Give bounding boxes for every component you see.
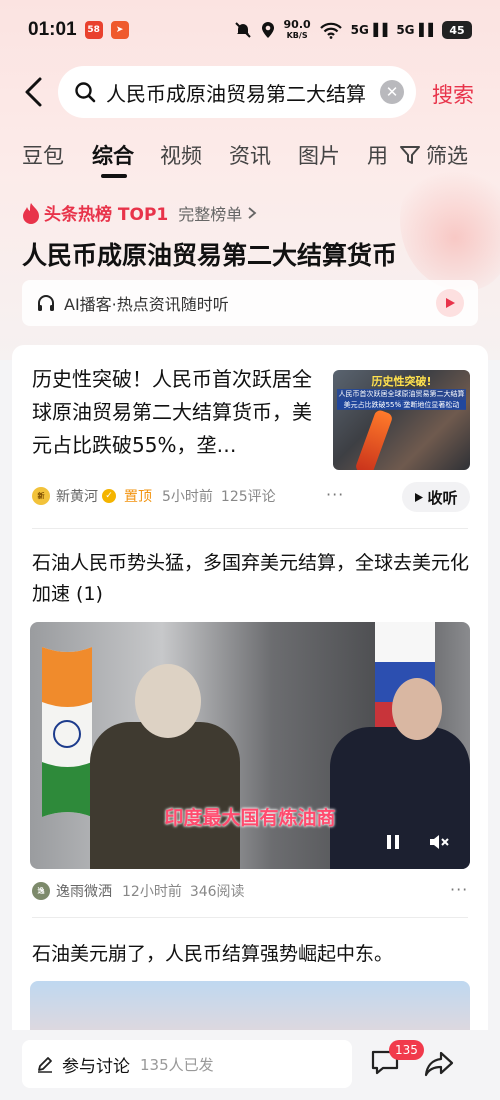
- discuss-label: 参与讨论: [62, 1056, 130, 1077]
- verified-icon: ✓: [102, 489, 116, 503]
- hot-ranking-row[interactable]: 头条热榜 TOP1 完整榜单: [22, 200, 258, 225]
- signal-1-label: 5G: [350, 23, 369, 37]
- more-options-icon[interactable]: ···: [450, 880, 468, 899]
- article-time: 5小时前: [162, 489, 213, 505]
- play-icon: [446, 298, 455, 308]
- status-indicators: 90.0 KB/S 5G▐▐ 5G▐▐ 45: [234, 19, 472, 41]
- tab-doubao[interactable]: 豆包: [22, 140, 64, 170]
- send-app-icon: ➤: [110, 21, 129, 39]
- video-player[interactable]: 印度最大国有炼油商: [30, 622, 470, 869]
- back-arrow-icon[interactable]: [20, 76, 48, 108]
- person-left-head: [135, 664, 201, 738]
- source-avatar[interactable]: 新: [32, 487, 50, 505]
- lava-graphic: [354, 408, 394, 470]
- category-tabs: 豆包 综合 视频 资讯 图片 用 筛选: [0, 134, 500, 178]
- filter-label: 筛选: [426, 144, 468, 168]
- wifi-icon: [319, 22, 342, 39]
- search-row: 人民币成原油贸易第二大结算 ✕ 搜索: [0, 62, 500, 122]
- speed-value: 90.0: [283, 18, 311, 31]
- divider: [32, 528, 468, 529]
- speed-unit: KB/S: [286, 31, 308, 40]
- search-results-feed: 历史性突破！人民币首次跃居全球原油贸易第二大结算货币，美元占比跌破55%，垄… …: [12, 345, 488, 1045]
- video-subtitle: 印度最大国有炼油商: [164, 807, 336, 829]
- app-badge-label: 58: [87, 25, 100, 35]
- source-avatar[interactable]: 逸: [32, 882, 50, 900]
- more-options-icon[interactable]: ···: [326, 485, 344, 504]
- comment-count-badge: 135: [389, 1040, 424, 1060]
- person-left: [90, 722, 240, 869]
- flame-icon: [23, 202, 39, 224]
- filter-icon: [400, 146, 420, 164]
- hot-topic-title[interactable]: 人民币成原油贸易第二大结算货币: [22, 236, 397, 272]
- listen-label: 收听: [427, 488, 458, 507]
- search-button[interactable]: 搜索: [432, 79, 474, 109]
- source-name[interactable]: 新黄河: [56, 486, 98, 506]
- read-count: 346阅读: [189, 884, 245, 900]
- article-title[interactable]: 石油人民币势头猛，多国弃美元结算，全球去美元化加速 (1): [32, 548, 472, 610]
- article-thumbnail[interactable]: 历史性突破! 人民币首次跃居全球原油贸易第二大结算货币 美元占比跌破55% 垄断…: [333, 370, 470, 470]
- mute-bell-icon: [234, 22, 251, 38]
- filter-button[interactable]: 筛选: [398, 140, 468, 170]
- source-name[interactable]: 逸雨微洒: [56, 881, 112, 901]
- battery-icon: 45: [442, 21, 472, 39]
- comment-count: 125评论: [220, 489, 276, 505]
- signal-5g-2: 5G▐▐: [396, 23, 433, 37]
- discussion-input[interactable]: 参与讨论 135人已发: [22, 1040, 352, 1088]
- india-flag-graphic: [42, 647, 92, 817]
- article-meta: 逸 逸雨微洒 12小时前 346阅读: [32, 881, 245, 901]
- tab-comprehensive[interactable]: 综合: [92, 140, 134, 170]
- hot-rank-label: 头条热榜 TOP1: [44, 205, 169, 225]
- ai-podcast-bar[interactable]: AI播客·热点资讯随时听: [22, 280, 478, 326]
- pause-icon[interactable]: [386, 834, 400, 850]
- headphones-icon: [38, 295, 54, 311]
- active-tab-indicator: [101, 174, 127, 178]
- article-time: 12小时前: [122, 884, 182, 900]
- mute-icon[interactable]: [428, 832, 450, 852]
- app-notification-icon: 58: [84, 21, 103, 39]
- tab-news[interactable]: 资讯: [229, 140, 271, 170]
- article-title[interactable]: 石油美元崩了，人民币结算强势崛起中东。: [32, 939, 393, 966]
- play-icon: [415, 492, 424, 502]
- tab-users[interactable]: 用: [367, 140, 388, 170]
- full-list-link[interactable]: 完整榜单: [178, 201, 242, 225]
- search-icon: [75, 82, 96, 103]
- article-title[interactable]: 历史性突破！人民币首次跃居全球原油贸易第二大结算货币，美元占比跌破55%，垄…: [32, 363, 327, 462]
- divider: [32, 917, 468, 918]
- clear-icon[interactable]: ✕: [380, 80, 404, 104]
- network-speed: 90.0 KB/S: [284, 19, 311, 41]
- pen-icon: [38, 1057, 52, 1073]
- chevron-right-icon: [248, 206, 257, 219]
- article-meta: 新 新黄河 ✓ 置顶 5小时前 125评论: [32, 486, 276, 506]
- ai-podcast-text: AI播客·热点资讯随时听: [64, 295, 229, 314]
- tab-images[interactable]: 图片: [298, 140, 340, 170]
- discuss-count: 135人已发: [140, 1055, 214, 1074]
- signal-2-label: 5G: [396, 23, 415, 37]
- status-time: 01:01: [28, 19, 77, 40]
- location-icon: [261, 22, 274, 38]
- signal-5g-1: 5G▐▐: [350, 23, 388, 37]
- pinned-badge: 置顶: [124, 489, 152, 505]
- bottom-bar: 参与讨论 135人已发 135: [0, 1030, 500, 1100]
- share-icon[interactable]: [424, 1050, 454, 1078]
- listen-button[interactable]: 收听: [402, 482, 470, 512]
- play-button[interactable]: [436, 289, 464, 317]
- search-input[interactable]: 人民币成原油贸易第二大结算 ✕: [58, 66, 416, 118]
- person-right-head: [392, 678, 442, 740]
- tab-video[interactable]: 视频: [160, 140, 202, 170]
- status-bar: 01:01 58 ➤ 90.0 KB/S 5G▐▐ 5G▐▐ 45: [0, 0, 500, 60]
- search-query-text[interactable]: 人民币成原油贸易第二大结算: [106, 78, 366, 107]
- thumbnail-caption-2: 美元占比跌破55% 垄断地位显著松动: [337, 400, 466, 410]
- thumbnail-heading: 历史性突破!: [371, 375, 432, 388]
